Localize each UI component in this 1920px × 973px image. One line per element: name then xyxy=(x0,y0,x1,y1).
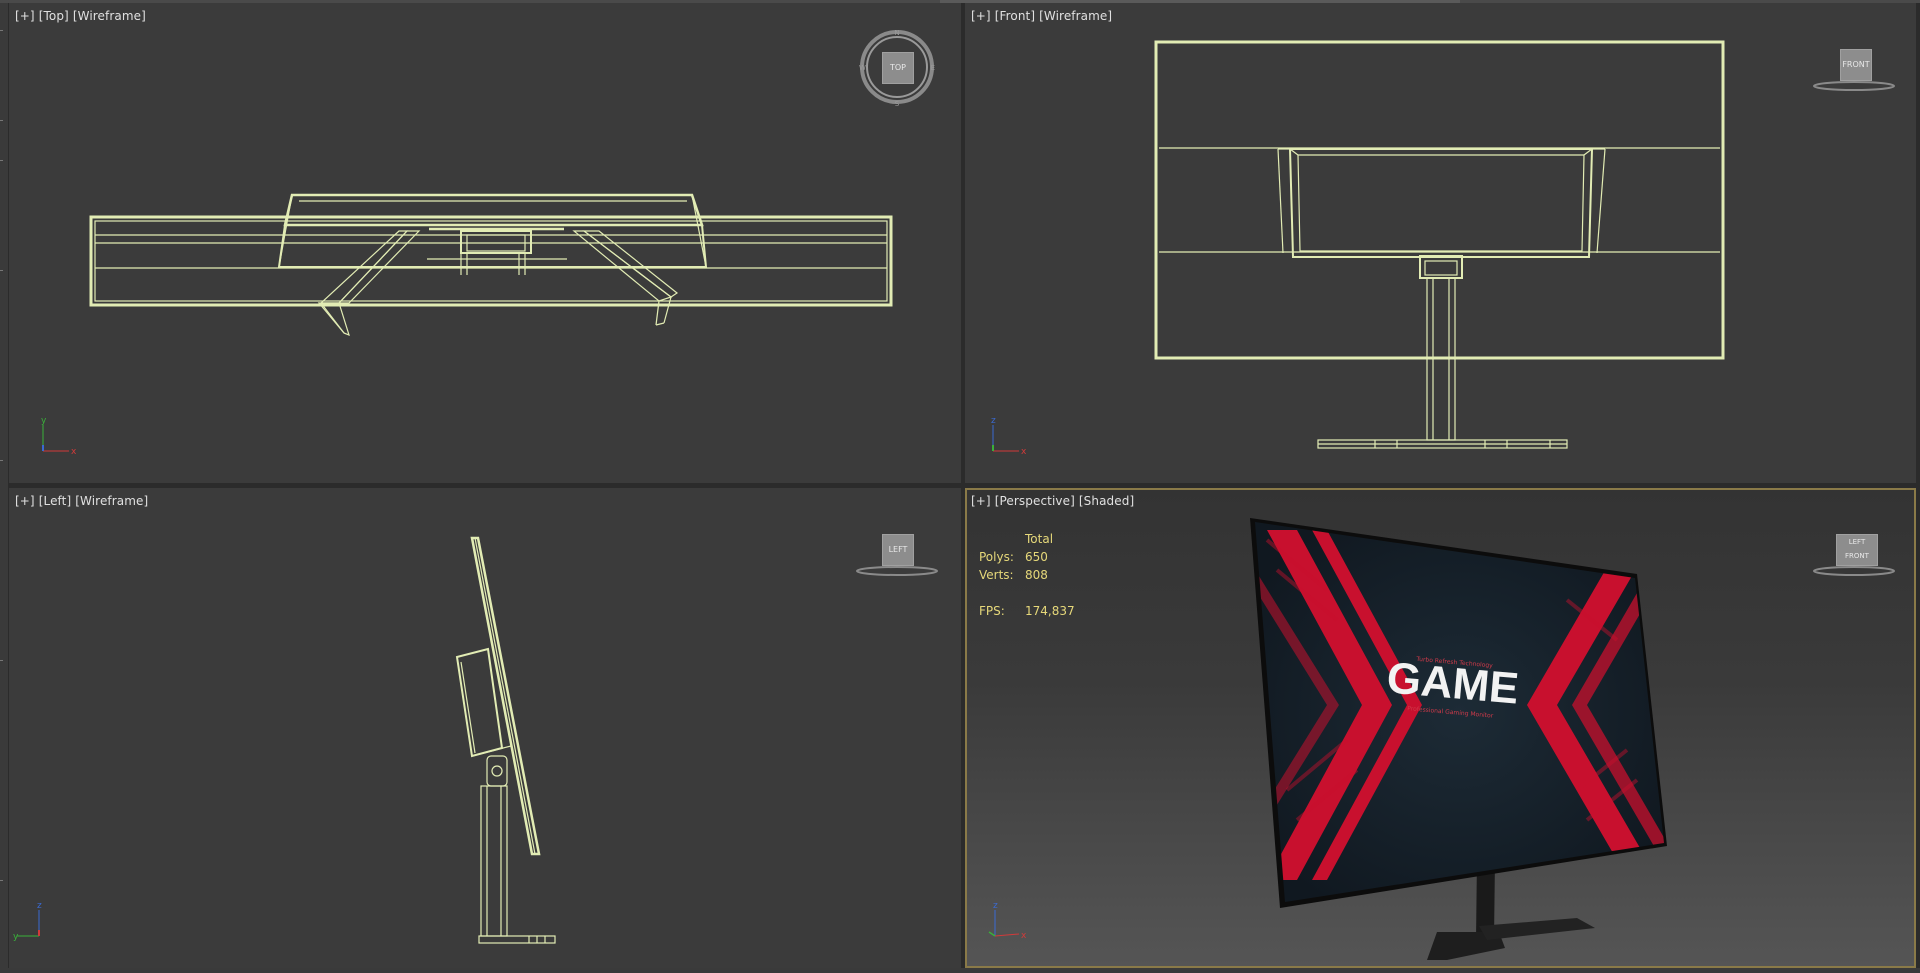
axis-tripod-icon: z y xyxy=(13,901,42,942)
shading-mode-menu[interactable]: [Wireframe] xyxy=(1039,9,1112,23)
compass-east-label[interactable]: E xyxy=(931,64,935,72)
verts-label: Verts: xyxy=(979,568,1014,582)
fps-value: 174,837 xyxy=(1025,604,1075,618)
stats-header: Total xyxy=(1025,532,1054,546)
compass-south-label[interactable]: S xyxy=(895,100,900,108)
view-type-menu[interactable]: [Left] xyxy=(39,494,72,508)
edge-tick xyxy=(0,660,3,661)
axis-x-label: x xyxy=(71,447,77,457)
viewport-menu-plus[interactable]: [+] xyxy=(971,9,991,23)
axis-x-label: x xyxy=(1021,931,1027,941)
viewport-label[interactable]: [+] [Front] [Wireframe] xyxy=(971,9,1116,23)
axis-z-label: z xyxy=(993,901,998,911)
viewport-left[interactable]: [+] [Left] [Wireframe] LEFT z y xyxy=(9,488,961,968)
cube-face-front[interactable]: FRONT xyxy=(1840,49,1872,81)
left-view-wireframe xyxy=(455,536,556,944)
viewport-menu-plus[interactable]: [+] xyxy=(15,9,35,23)
compass-west-label[interactable]: W xyxy=(859,64,866,72)
view-type-menu[interactable]: [Front] xyxy=(995,9,1035,23)
viewport-front[interactable]: [+] [Front] [Wireframe] FRONT z x xyxy=(965,3,1916,483)
edge-tick xyxy=(0,270,3,271)
viewport-top[interactable]: [+] [Top] [Wireframe] N E S W TOP y x xyxy=(9,3,961,483)
axis-tripod-icon: z x xyxy=(988,901,1027,941)
axis-z-label: z xyxy=(37,901,42,911)
viewcube[interactable]: FRONT xyxy=(1809,47,1899,97)
viewport-label[interactable]: [+] [Perspective] [Shaded] xyxy=(971,494,1138,508)
bottom-edge-strip xyxy=(0,968,1920,973)
edge-tick xyxy=(0,460,3,461)
viewport-menu-plus[interactable]: [+] xyxy=(15,494,35,508)
shading-mode-menu[interactable]: [Wireframe] xyxy=(73,9,146,23)
viewport-perspective[interactable]: Turbo Refresh Technology GAME Profession… xyxy=(965,488,1916,968)
top-view-wireframe xyxy=(89,193,893,337)
polys-label: Polys: xyxy=(979,550,1014,564)
view-type-menu[interactable]: [Perspective] xyxy=(995,494,1075,508)
edge-tick xyxy=(0,160,3,161)
viewport-statistics: Total Polys: 650 Verts: 808 FPS: 174,837 xyxy=(979,530,1075,620)
front-view-wireframe xyxy=(1154,40,1725,449)
axis-x-label: x xyxy=(1021,447,1027,457)
left-edge-strip xyxy=(0,0,8,973)
viewcube[interactable]: LEFT xyxy=(855,532,945,582)
axis-z-label: z xyxy=(991,416,996,426)
shading-mode-menu[interactable]: [Wireframe] xyxy=(75,494,148,508)
cube-face-left[interactable]: LEFT xyxy=(882,534,914,566)
cube-face-left-front[interactable]: LEFT FRONT xyxy=(1836,534,1878,566)
verts-value: 808 xyxy=(1025,568,1048,582)
axis-tripod-icon: y x xyxy=(41,416,77,457)
axis-tripod-icon: z x xyxy=(991,416,1027,457)
axis-y-label: y xyxy=(13,932,19,942)
polys-value: 650 xyxy=(1025,550,1048,564)
shading-mode-menu[interactable]: [Shaded] xyxy=(1079,494,1134,508)
viewcube[interactable]: LEFT FRONT xyxy=(1809,532,1899,582)
view-type-menu[interactable]: [Top] xyxy=(39,9,69,23)
edge-tick xyxy=(0,30,3,31)
viewport-menu-plus[interactable]: [+] xyxy=(971,494,991,508)
edge-tick xyxy=(0,880,3,881)
viewport-label[interactable]: [+] [Left] [Wireframe] xyxy=(15,494,152,508)
fps-label: FPS: xyxy=(979,604,1005,618)
viewcube[interactable]: N E S W TOP xyxy=(857,27,937,108)
viewport-label[interactable]: [+] [Top] [Wireframe] xyxy=(15,9,150,23)
compass-north-label[interactable]: N xyxy=(894,29,899,37)
perspective-shaded-scene: Turbo Refresh Technology GAME Profession… xyxy=(1250,518,1667,960)
edge-tick xyxy=(0,120,3,121)
axis-y-label: y xyxy=(41,416,47,426)
cube-face-top[interactable]: TOP xyxy=(882,52,914,84)
